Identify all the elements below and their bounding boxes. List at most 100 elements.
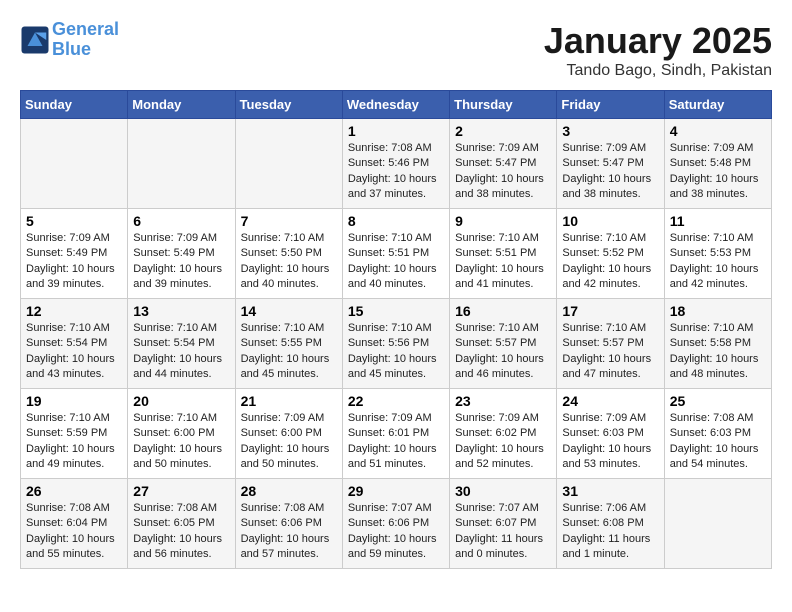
day-number: 28 xyxy=(241,483,337,499)
day-info: Sunrise: 7:10 AMSunset: 5:59 PMDaylight:… xyxy=(26,411,122,473)
day-number: 24 xyxy=(562,393,658,409)
day-info: Sunrise: 7:06 AMSunset: 6:08 PMDaylight:… xyxy=(562,501,658,563)
day-info: Sunrise: 7:10 AMSunset: 5:53 PMDaylight:… xyxy=(670,231,766,293)
day-cell: 15 Sunrise: 7:10 AMSunset: 5:56 PMDayligh… xyxy=(342,299,449,389)
title-block: January 2025 Tando Bago, Sindh, Pakistan xyxy=(544,20,772,80)
day-cell: 10 Sunrise: 7:10 AMSunset: 5:52 PMDayligh… xyxy=(557,209,664,299)
day-number: 18 xyxy=(670,303,766,319)
day-cell: 4Sunrise: 7:09 AMSunset: 5:48 PMDaylight… xyxy=(664,119,771,209)
day-cell: 25Sunrise: 7:08 AMSunset: 6:03 PMDayligh… xyxy=(664,389,771,479)
page-header: GeneralBlue January 2025 Tando Bago, Sin… xyxy=(20,20,772,80)
day-number: 25 xyxy=(670,393,766,409)
day-info: Sunrise: 7:10 AMSunset: 5:52 PMDaylight:… xyxy=(562,231,658,293)
weekday-header-monday: Monday xyxy=(128,91,235,119)
day-cell: 1 Sunrise: 7:08 AMSunset: 5:46 PMDaylight… xyxy=(342,119,449,209)
week-row-1: 1 Sunrise: 7:08 AMSunset: 5:46 PMDaylight… xyxy=(21,119,772,209)
day-cell: 6 Sunrise: 7:09 AMSunset: 5:49 PMDaylight… xyxy=(128,209,235,299)
day-cell: 22Sunrise: 7:09 AMSunset: 6:01 PMDayligh… xyxy=(342,389,449,479)
day-cell: 30Sunrise: 7:07 AMSunset: 6:07 PMDayligh… xyxy=(450,479,557,569)
day-info: Sunrise: 7:10 AMSunset: 5:56 PMDaylight:… xyxy=(348,321,444,383)
day-number: 9 xyxy=(455,213,551,229)
day-cell: 26Sunrise: 7:08 AMSunset: 6:04 PMDayligh… xyxy=(21,479,128,569)
day-info: Sunrise: 7:07 AMSunset: 6:06 PMDaylight:… xyxy=(348,501,444,563)
day-cell: 7 Sunrise: 7:10 AMSunset: 5:50 PMDaylight… xyxy=(235,209,342,299)
day-info: Sunrise: 7:09 AMSunset: 5:47 PMDaylight:… xyxy=(455,141,551,203)
day-number: 8 xyxy=(348,213,444,229)
day-number: 30 xyxy=(455,483,551,499)
day-number: 20 xyxy=(133,393,229,409)
day-info: Sunrise: 7:09 AMSunset: 6:00 PMDaylight:… xyxy=(241,411,337,473)
day-number: 2 xyxy=(455,123,551,139)
day-info: Sunrise: 7:08 AMSunset: 5:46 PMDaylight:… xyxy=(348,141,444,203)
day-cell: 27 Sunrise: 7:08 AMSunset: 6:05 PMDayligh… xyxy=(128,479,235,569)
week-row-5: 26Sunrise: 7:08 AMSunset: 6:04 PMDayligh… xyxy=(21,479,772,569)
day-number: 17 xyxy=(562,303,658,319)
day-number: 1 xyxy=(348,123,444,139)
day-info: Sunrise: 7:10 AMSunset: 5:55 PMDaylight:… xyxy=(241,321,337,383)
day-info: Sunrise: 7:09 AMSunset: 6:03 PMDaylight:… xyxy=(562,411,658,473)
day-cell: 14 Sunrise: 7:10 AMSunset: 5:55 PMDayligh… xyxy=(235,299,342,389)
day-cell: 3 Sunrise: 7:09 AMSunset: 5:47 PMDaylight… xyxy=(557,119,664,209)
day-cell: 17 Sunrise: 7:10 AMSunset: 5:57 PMDayligh… xyxy=(557,299,664,389)
day-number: 6 xyxy=(133,213,229,229)
weekday-header-tuesday: Tuesday xyxy=(235,91,342,119)
day-info: Sunrise: 7:09 AMSunset: 5:49 PMDaylight:… xyxy=(26,231,122,293)
weekday-header-wednesday: Wednesday xyxy=(342,91,449,119)
day-number: 26 xyxy=(26,483,122,499)
day-info: Sunrise: 7:09 AMSunset: 5:49 PMDaylight:… xyxy=(133,231,229,293)
day-number: 27 xyxy=(133,483,229,499)
day-number: 15 xyxy=(348,303,444,319)
day-number: 14 xyxy=(241,303,337,319)
weekday-header-friday: Friday xyxy=(557,91,664,119)
day-number: 10 xyxy=(562,213,658,229)
day-cell: 12Sunrise: 7:10 AMSunset: 5:54 PMDayligh… xyxy=(21,299,128,389)
day-cell: 5Sunrise: 7:09 AMSunset: 5:49 PMDaylight… xyxy=(21,209,128,299)
day-info: Sunrise: 7:10 AMSunset: 5:57 PMDaylight:… xyxy=(455,321,551,383)
week-row-3: 12Sunrise: 7:10 AMSunset: 5:54 PMDayligh… xyxy=(21,299,772,389)
weekday-header-saturday: Saturday xyxy=(664,91,771,119)
day-info: Sunrise: 7:10 AMSunset: 5:50 PMDaylight:… xyxy=(241,231,337,293)
day-number: 13 xyxy=(133,303,229,319)
day-cell: 16 Sunrise: 7:10 AMSunset: 5:57 PMDayligh… xyxy=(450,299,557,389)
day-number: 7 xyxy=(241,213,337,229)
day-number: 22 xyxy=(348,393,444,409)
weekday-header-thursday: Thursday xyxy=(450,91,557,119)
weekday-header-row: SundayMondayTuesdayWednesdayThursdayFrid… xyxy=(21,91,772,119)
week-row-2: 5Sunrise: 7:09 AMSunset: 5:49 PMDaylight… xyxy=(21,209,772,299)
day-info: Sunrise: 7:10 AMSunset: 5:51 PMDaylight:… xyxy=(348,231,444,293)
day-number: 23 xyxy=(455,393,551,409)
day-cell: 18 Sunrise: 7:10 AMSunset: 5:58 PMDayligh… xyxy=(664,299,771,389)
day-cell: 29 Sunrise: 7:07 AMSunset: 6:06 PMDayligh… xyxy=(342,479,449,569)
day-cell: 8 Sunrise: 7:10 AMSunset: 5:51 PMDaylight… xyxy=(342,209,449,299)
day-number: 19 xyxy=(26,393,122,409)
day-cell: 21 Sunrise: 7:09 AMSunset: 6:00 PMDayligh… xyxy=(235,389,342,479)
day-info: Sunrise: 7:10 AMSunset: 5:54 PMDaylight:… xyxy=(26,321,122,383)
day-cell: 31 Sunrise: 7:06 AMSunset: 6:08 PMDayligh… xyxy=(557,479,664,569)
day-cell xyxy=(21,119,128,209)
day-info: Sunrise: 7:10 AMSunset: 6:00 PMDaylight:… xyxy=(133,411,229,473)
day-info: Sunrise: 7:08 AMSunset: 6:06 PMDaylight:… xyxy=(241,501,337,563)
day-number: 29 xyxy=(348,483,444,499)
logo-text: GeneralBlue xyxy=(52,20,119,60)
logo-icon xyxy=(20,25,50,55)
day-info: Sunrise: 7:10 AMSunset: 5:58 PMDaylight:… xyxy=(670,321,766,383)
week-row-4: 19 Sunrise: 7:10 AMSunset: 5:59 PMDayligh… xyxy=(21,389,772,479)
day-number: 4 xyxy=(670,123,766,139)
day-cell xyxy=(664,479,771,569)
day-info: Sunrise: 7:09 AMSunset: 5:47 PMDaylight:… xyxy=(562,141,658,203)
day-number: 3 xyxy=(562,123,658,139)
day-cell: 23Sunrise: 7:09 AMSunset: 6:02 PMDayligh… xyxy=(450,389,557,479)
month-title: January 2025 xyxy=(544,20,772,62)
day-info: Sunrise: 7:10 AMSunset: 5:51 PMDaylight:… xyxy=(455,231,551,293)
day-cell: 9 Sunrise: 7:10 AMSunset: 5:51 PMDaylight… xyxy=(450,209,557,299)
day-number: 21 xyxy=(241,393,337,409)
day-info: Sunrise: 7:08 AMSunset: 6:05 PMDaylight:… xyxy=(133,501,229,563)
day-cell: 28 Sunrise: 7:08 AMSunset: 6:06 PMDayligh… xyxy=(235,479,342,569)
day-info: Sunrise: 7:10 AMSunset: 5:57 PMDaylight:… xyxy=(562,321,658,383)
day-cell xyxy=(128,119,235,209)
day-number: 16 xyxy=(455,303,551,319)
day-number: 31 xyxy=(562,483,658,499)
day-number: 11 xyxy=(670,213,766,229)
day-cell: 19 Sunrise: 7:10 AMSunset: 5:59 PMDayligh… xyxy=(21,389,128,479)
day-cell: 2 Sunrise: 7:09 AMSunset: 5:47 PMDaylight… xyxy=(450,119,557,209)
